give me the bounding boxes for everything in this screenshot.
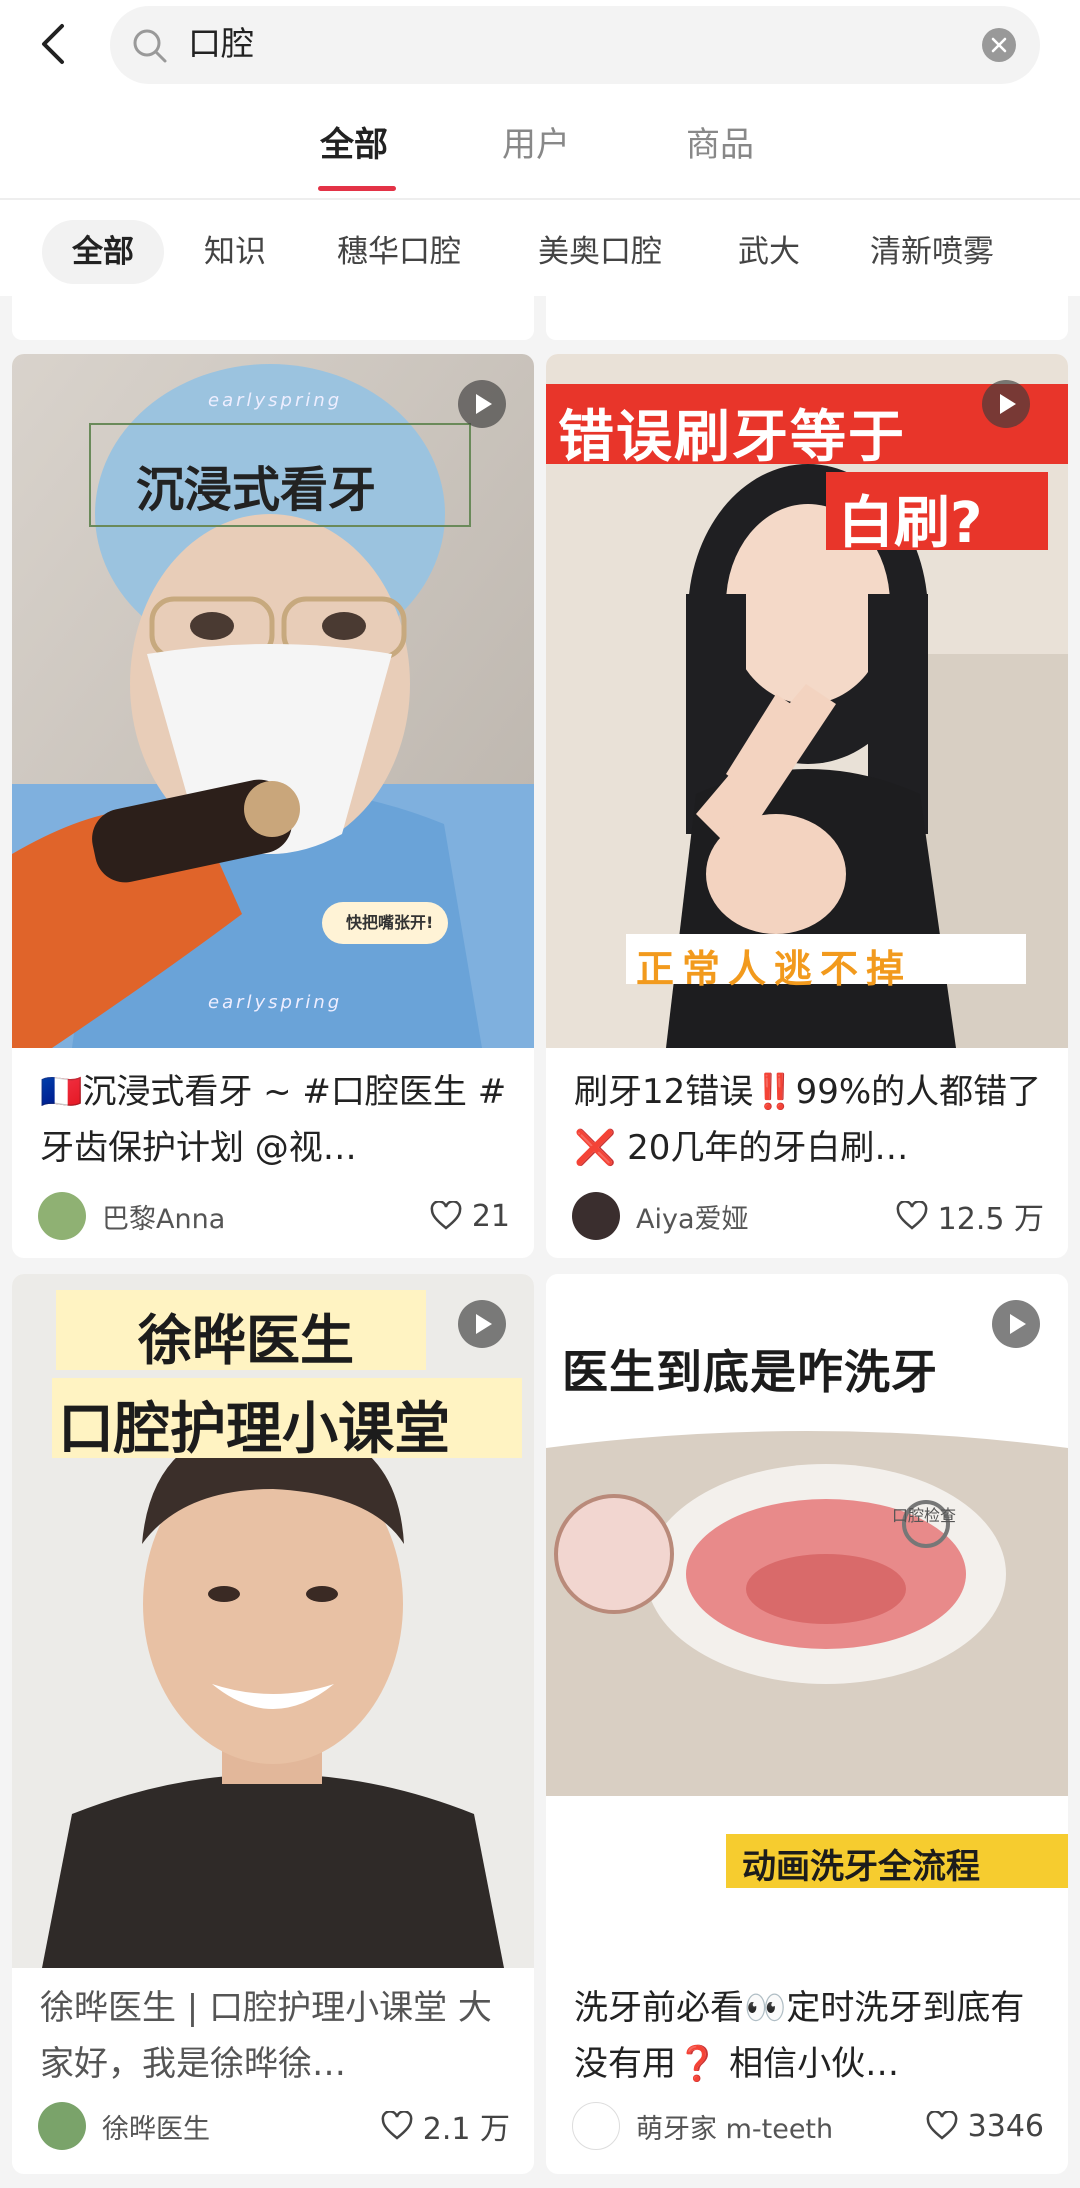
chip-wuda[interactable]: 武大	[738, 220, 800, 284]
like-button[interactable]: 2.1 万	[381, 2104, 510, 2148]
chip-all[interactable]: 全部	[42, 220, 164, 284]
heart-icon	[896, 1201, 928, 1230]
search-header: 口腔	[0, 0, 1080, 88]
author-name[interactable]: 萌牙家 m-teeth	[636, 2107, 926, 2146]
card-cover-image: 医生到底是咋洗牙 口腔检查 动画洗牙全流程	[546, 1274, 1068, 1968]
result-tabs: 全部 用户 商品	[0, 100, 1080, 196]
card-title: 刷牙12错误‼️99%的人都错了❌ 20几年的牙白刷…	[574, 1072, 1042, 1168]
chip-meiao[interactable]: 美奥口腔	[538, 220, 662, 284]
card-author-row: 巴黎Anna 21	[38, 1188, 510, 1244]
watermark-text: earlyspring	[208, 992, 343, 1013]
like-count: 3346	[967, 2108, 1044, 2144]
card-title: 洗牙前必看👀定时洗牙到底有没有用❓ 相信小伙…	[574, 1988, 1025, 2084]
like-button[interactable]: 3346	[926, 2109, 1044, 2144]
like-count: 2.1 万	[422, 2112, 510, 2147]
avatar[interactable]	[572, 1192, 620, 1240]
note-card[interactable]: 错误刷牙等于 白刷? 正常人逃不掉 刷牙12错误‼️99%的人都错了❌ 20几年…	[546, 354, 1068, 1258]
heart-icon	[430, 1201, 462, 1230]
tab-all[interactable]: 全部	[320, 122, 388, 168]
cover-headline-2: 白刷?	[838, 491, 983, 556]
cover-caption: 正常人逃不掉	[636, 947, 913, 991]
chip-knowledge[interactable]: 知识	[204, 220, 266, 284]
cover-bubble-text: 快把嘴张开!	[346, 913, 434, 932]
note-card[interactable]: 徐晔医生 口腔护理小课堂 徐晔医生 | 口腔护理小课堂 大家好，我是徐晔徐… 徐…	[12, 1274, 534, 2174]
previous-card-left[interactable]	[12, 296, 534, 340]
chip-fresh-spray[interactable]: 清新喷雾	[870, 220, 994, 284]
avatar[interactable]	[38, 2102, 86, 2150]
cover-headline: 沉浸式看牙	[136, 462, 377, 518]
cover-headline: 医生到底是咋洗牙	[562, 1345, 938, 1399]
cover-label: 口腔检查	[892, 1506, 957, 1525]
avatar[interactable]	[572, 2102, 620, 2150]
author-name[interactable]: 巴黎Anna	[102, 1197, 430, 1236]
heart-icon	[926, 2111, 958, 2140]
search-icon	[133, 29, 167, 63]
author-name[interactable]: Aiya爱娅	[636, 1197, 896, 1236]
back-button[interactable]	[28, 18, 78, 70]
search-query: 口腔	[188, 24, 254, 63]
chevron-left-icon	[42, 24, 64, 64]
tab-products[interactable]: 商品	[686, 122, 754, 168]
card-cover-image: 徐晔医生 口腔护理小课堂	[12, 1274, 534, 1968]
active-tab-indicator	[318, 186, 396, 191]
card-cover-image: earlyspring 沉浸式看牙 快把嘴张开! earlyspring	[12, 354, 534, 1048]
search-input[interactable]: 口腔	[110, 6, 1040, 84]
cover-headline: 错误刷牙等于	[558, 405, 906, 470]
previous-card-right[interactable]	[546, 296, 1068, 340]
filter-chip-bar: 全部 知识 穗华口腔 美奥口腔 武大 清新喷雾	[0, 208, 1080, 296]
chip-suihua[interactable]: 穗华口腔	[337, 220, 461, 284]
like-button[interactable]: 21	[430, 1199, 510, 1234]
heart-icon	[381, 2111, 413, 2140]
avatar[interactable]	[38, 1192, 86, 1240]
card-cover-image: 错误刷牙等于 白刷? 正常人逃不掉	[546, 354, 1068, 1048]
clear-search-button[interactable]	[982, 28, 1016, 62]
card-author-row: 萌牙家 m-teeth 3346	[572, 2098, 1044, 2154]
card-author-row: Aiya爱娅 12.5 万	[572, 1188, 1044, 1244]
divider	[0, 198, 1080, 200]
doctor-photo	[12, 1274, 534, 1968]
tab-users[interactable]: 用户	[502, 122, 570, 168]
card-title: 🇫🇷沉浸式看牙 ~ #口腔医生 #牙齿保护计划 @视…	[40, 1072, 507, 1168]
cover-caption: 动画洗牙全流程	[742, 1847, 980, 1887]
like-count: 21	[471, 1198, 510, 1234]
note-card[interactable]: earlyspring 沉浸式看牙 快把嘴张开! earlyspring 🇫🇷沉…	[12, 354, 534, 1258]
author-name[interactable]: 徐晔医生	[102, 2107, 381, 2146]
cover-headline-2: 口腔护理小课堂	[58, 1397, 450, 1462]
like-count: 12.5 万	[937, 1202, 1044, 1237]
cover-headline: 徐晔医生	[138, 1309, 354, 1372]
card-author-row: 徐晔医生 2.1 万	[38, 2098, 510, 2154]
like-button[interactable]: 12.5 万	[896, 1194, 1044, 1238]
close-icon	[991, 37, 1007, 53]
note-card[interactable]: 医生到底是咋洗牙 口腔检查 动画洗牙全流程 洗牙前必看👀定时洗牙到底有没有用❓ …	[546, 1274, 1068, 2174]
watermark-text: earlyspring	[208, 390, 343, 411]
card-title: 徐晔医生 | 口腔护理小课堂 大家好，我是徐晔徐…	[40, 1988, 492, 2084]
